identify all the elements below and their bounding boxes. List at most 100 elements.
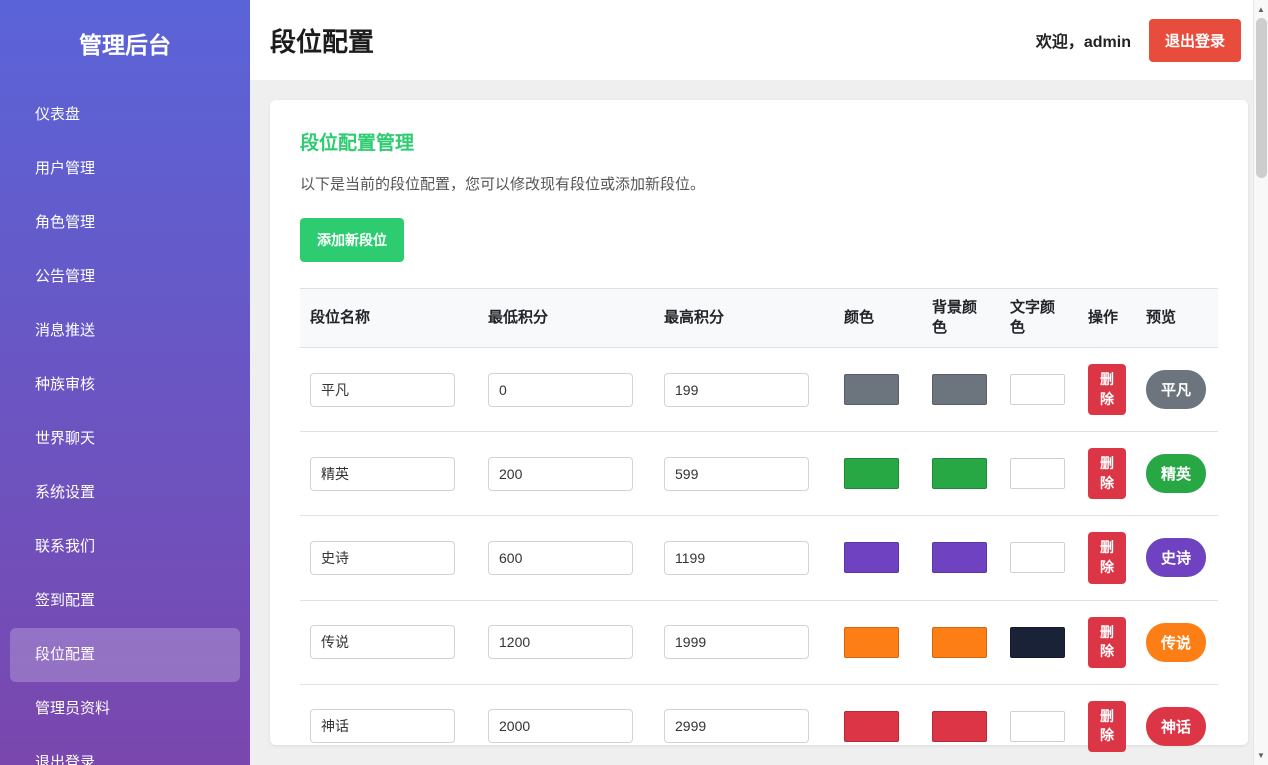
min-score-cell xyxy=(478,516,654,600)
delete-rank-button[interactable]: 删除 xyxy=(1088,617,1126,668)
text-color-swatch[interactable] xyxy=(1010,542,1065,573)
preview-cell: 平凡 xyxy=(1136,348,1218,432)
sidebar-item[interactable]: 消息推送 xyxy=(0,304,250,358)
max-score-input[interactable] xyxy=(664,373,809,407)
text-color-cell xyxy=(1000,516,1078,600)
preview-cell: 精英 xyxy=(1136,432,1218,516)
sidebar-item[interactable]: 系统设置 xyxy=(0,466,250,520)
color-swatch[interactable] xyxy=(844,627,899,658)
add-rank-button[interactable]: 添加新段位 xyxy=(300,218,404,262)
bg-color-swatch[interactable] xyxy=(932,542,987,573)
actions-cell: 删除 xyxy=(1078,348,1136,432)
text-color-cell xyxy=(1000,432,1078,516)
min-score-cell xyxy=(478,600,654,684)
color-swatch[interactable] xyxy=(844,542,899,573)
min-score-input[interactable] xyxy=(488,625,633,659)
delete-rank-button[interactable]: 删除 xyxy=(1088,532,1126,583)
sidebar-item[interactable]: 种族审核 xyxy=(0,358,250,412)
content-area: 段位配置 欢迎，admin 退出登录 段位配置管理 以下是当前的段位配置，您可以… xyxy=(250,0,1268,765)
sidebar-item[interactable]: 管理员资料 xyxy=(0,682,250,736)
max-score-input[interactable] xyxy=(664,457,809,491)
topbar-right: 欢迎，admin 退出登录 xyxy=(1036,19,1241,62)
text-color-swatch[interactable] xyxy=(1010,711,1065,742)
bg-color-cell xyxy=(922,684,1000,765)
color-cell xyxy=(834,600,922,684)
rank-name-input[interactable] xyxy=(310,709,455,743)
column-header: 最高积分 xyxy=(654,289,834,348)
rank-table-body: 删除平凡删除精英删除史诗删除传说删除神话删除超神 xyxy=(300,348,1218,765)
min-score-cell xyxy=(478,684,654,765)
sidebar-menu: 仪表盘用户管理角色管理公告管理消息推送种族审核世界聊天系统设置联系我们签到配置段… xyxy=(0,88,250,765)
color-cell xyxy=(834,516,922,600)
actions-cell: 删除 xyxy=(1078,432,1136,516)
text-color-cell xyxy=(1000,684,1078,765)
min-score-input[interactable] xyxy=(488,457,633,491)
text-color-swatch[interactable] xyxy=(1010,374,1065,405)
vertical-scrollbar[interactable]: ▲ ▼ xyxy=(1253,0,1268,765)
delete-rank-button[interactable]: 删除 xyxy=(1088,701,1126,752)
scroll-up-icon[interactable]: ▲ xyxy=(1257,0,1265,19)
rank-name-input[interactable] xyxy=(310,541,455,575)
max-score-input[interactable] xyxy=(664,541,809,575)
column-header: 操作 xyxy=(1078,289,1136,348)
min-score-input[interactable] xyxy=(488,373,633,407)
main-area: 段位配置管理 以下是当前的段位配置，您可以修改现有段位或添加新段位。 添加新段位… xyxy=(250,80,1268,765)
rank-preview-badge: 精英 xyxy=(1146,454,1206,493)
min-score-input[interactable] xyxy=(488,541,633,575)
logout-button[interactable]: 退出登录 xyxy=(1149,19,1241,62)
rank-name-input[interactable] xyxy=(310,457,455,491)
min-score-cell xyxy=(478,432,654,516)
topbar: 段位配置 欢迎，admin 退出登录 xyxy=(250,0,1268,80)
rank-row: 删除平凡 xyxy=(300,348,1218,432)
actions-cell: 删除 xyxy=(1078,684,1136,765)
color-swatch[interactable] xyxy=(844,374,899,405)
bg-color-swatch[interactable] xyxy=(932,627,987,658)
color-swatch[interactable] xyxy=(844,458,899,489)
bg-color-swatch[interactable] xyxy=(932,458,987,489)
sidebar-item[interactable]: 签到配置 xyxy=(0,574,250,628)
max-score-input[interactable] xyxy=(664,709,809,743)
rank-row: 删除史诗 xyxy=(300,516,1218,600)
rank-preview-badge: 史诗 xyxy=(1146,538,1206,577)
sidebar: 管理后台 仪表盘用户管理角色管理公告管理消息推送种族审核世界聊天系统设置联系我们… xyxy=(0,0,250,765)
sidebar-item[interactable]: 仪表盘 xyxy=(0,88,250,142)
bg-color-cell xyxy=(922,432,1000,516)
column-header: 颜色 xyxy=(834,289,922,348)
column-header: 最低积分 xyxy=(478,289,654,348)
min-score-cell xyxy=(478,348,654,432)
scrollbar-thumb[interactable] xyxy=(1256,18,1267,178)
preview-cell: 传说 xyxy=(1136,600,1218,684)
min-score-input[interactable] xyxy=(488,709,633,743)
sidebar-item[interactable]: 联系我们 xyxy=(0,520,250,574)
rank-preview-badge: 平凡 xyxy=(1146,370,1206,409)
delete-rank-button[interactable]: 删除 xyxy=(1088,448,1126,499)
max-score-input[interactable] xyxy=(664,625,809,659)
rank-preview-badge: 传说 xyxy=(1146,623,1206,662)
sidebar-item[interactable]: 退出登录 xyxy=(0,736,250,765)
max-score-cell xyxy=(654,600,834,684)
bg-color-swatch[interactable] xyxy=(932,374,987,405)
column-header: 段位名称 xyxy=(300,289,478,348)
rank-name-input[interactable] xyxy=(310,373,455,407)
text-color-swatch[interactable] xyxy=(1010,627,1065,658)
sidebar-item[interactable]: 角色管理 xyxy=(0,196,250,250)
sidebar-item[interactable]: 公告管理 xyxy=(0,250,250,304)
sidebar-item[interactable]: 世界聊天 xyxy=(0,412,250,466)
text-color-cell xyxy=(1000,348,1078,432)
color-swatch[interactable] xyxy=(844,711,899,742)
page-title: 段位配置 xyxy=(270,22,374,59)
column-header: 背景颜色 xyxy=(922,289,1000,348)
rank-table-header-row: 段位名称最低积分最高积分颜色背景颜色文字颜色操作预览 xyxy=(300,289,1218,348)
sidebar-item[interactable]: 用户管理 xyxy=(0,142,250,196)
text-color-swatch[interactable] xyxy=(1010,458,1065,489)
sidebar-item[interactable]: 段位配置 xyxy=(10,628,240,682)
rank-config-card: 段位配置管理 以下是当前的段位配置，您可以修改现有段位或添加新段位。 添加新段位… xyxy=(270,100,1248,745)
bg-color-cell xyxy=(922,516,1000,600)
scroll-down-icon[interactable]: ▼ xyxy=(1257,746,1265,765)
rank-name-input[interactable] xyxy=(310,625,455,659)
actions-cell: 删除 xyxy=(1078,516,1136,600)
rank-name-cell xyxy=(300,348,478,432)
delete-rank-button[interactable]: 删除 xyxy=(1088,364,1126,415)
text-color-cell xyxy=(1000,600,1078,684)
bg-color-swatch[interactable] xyxy=(932,711,987,742)
